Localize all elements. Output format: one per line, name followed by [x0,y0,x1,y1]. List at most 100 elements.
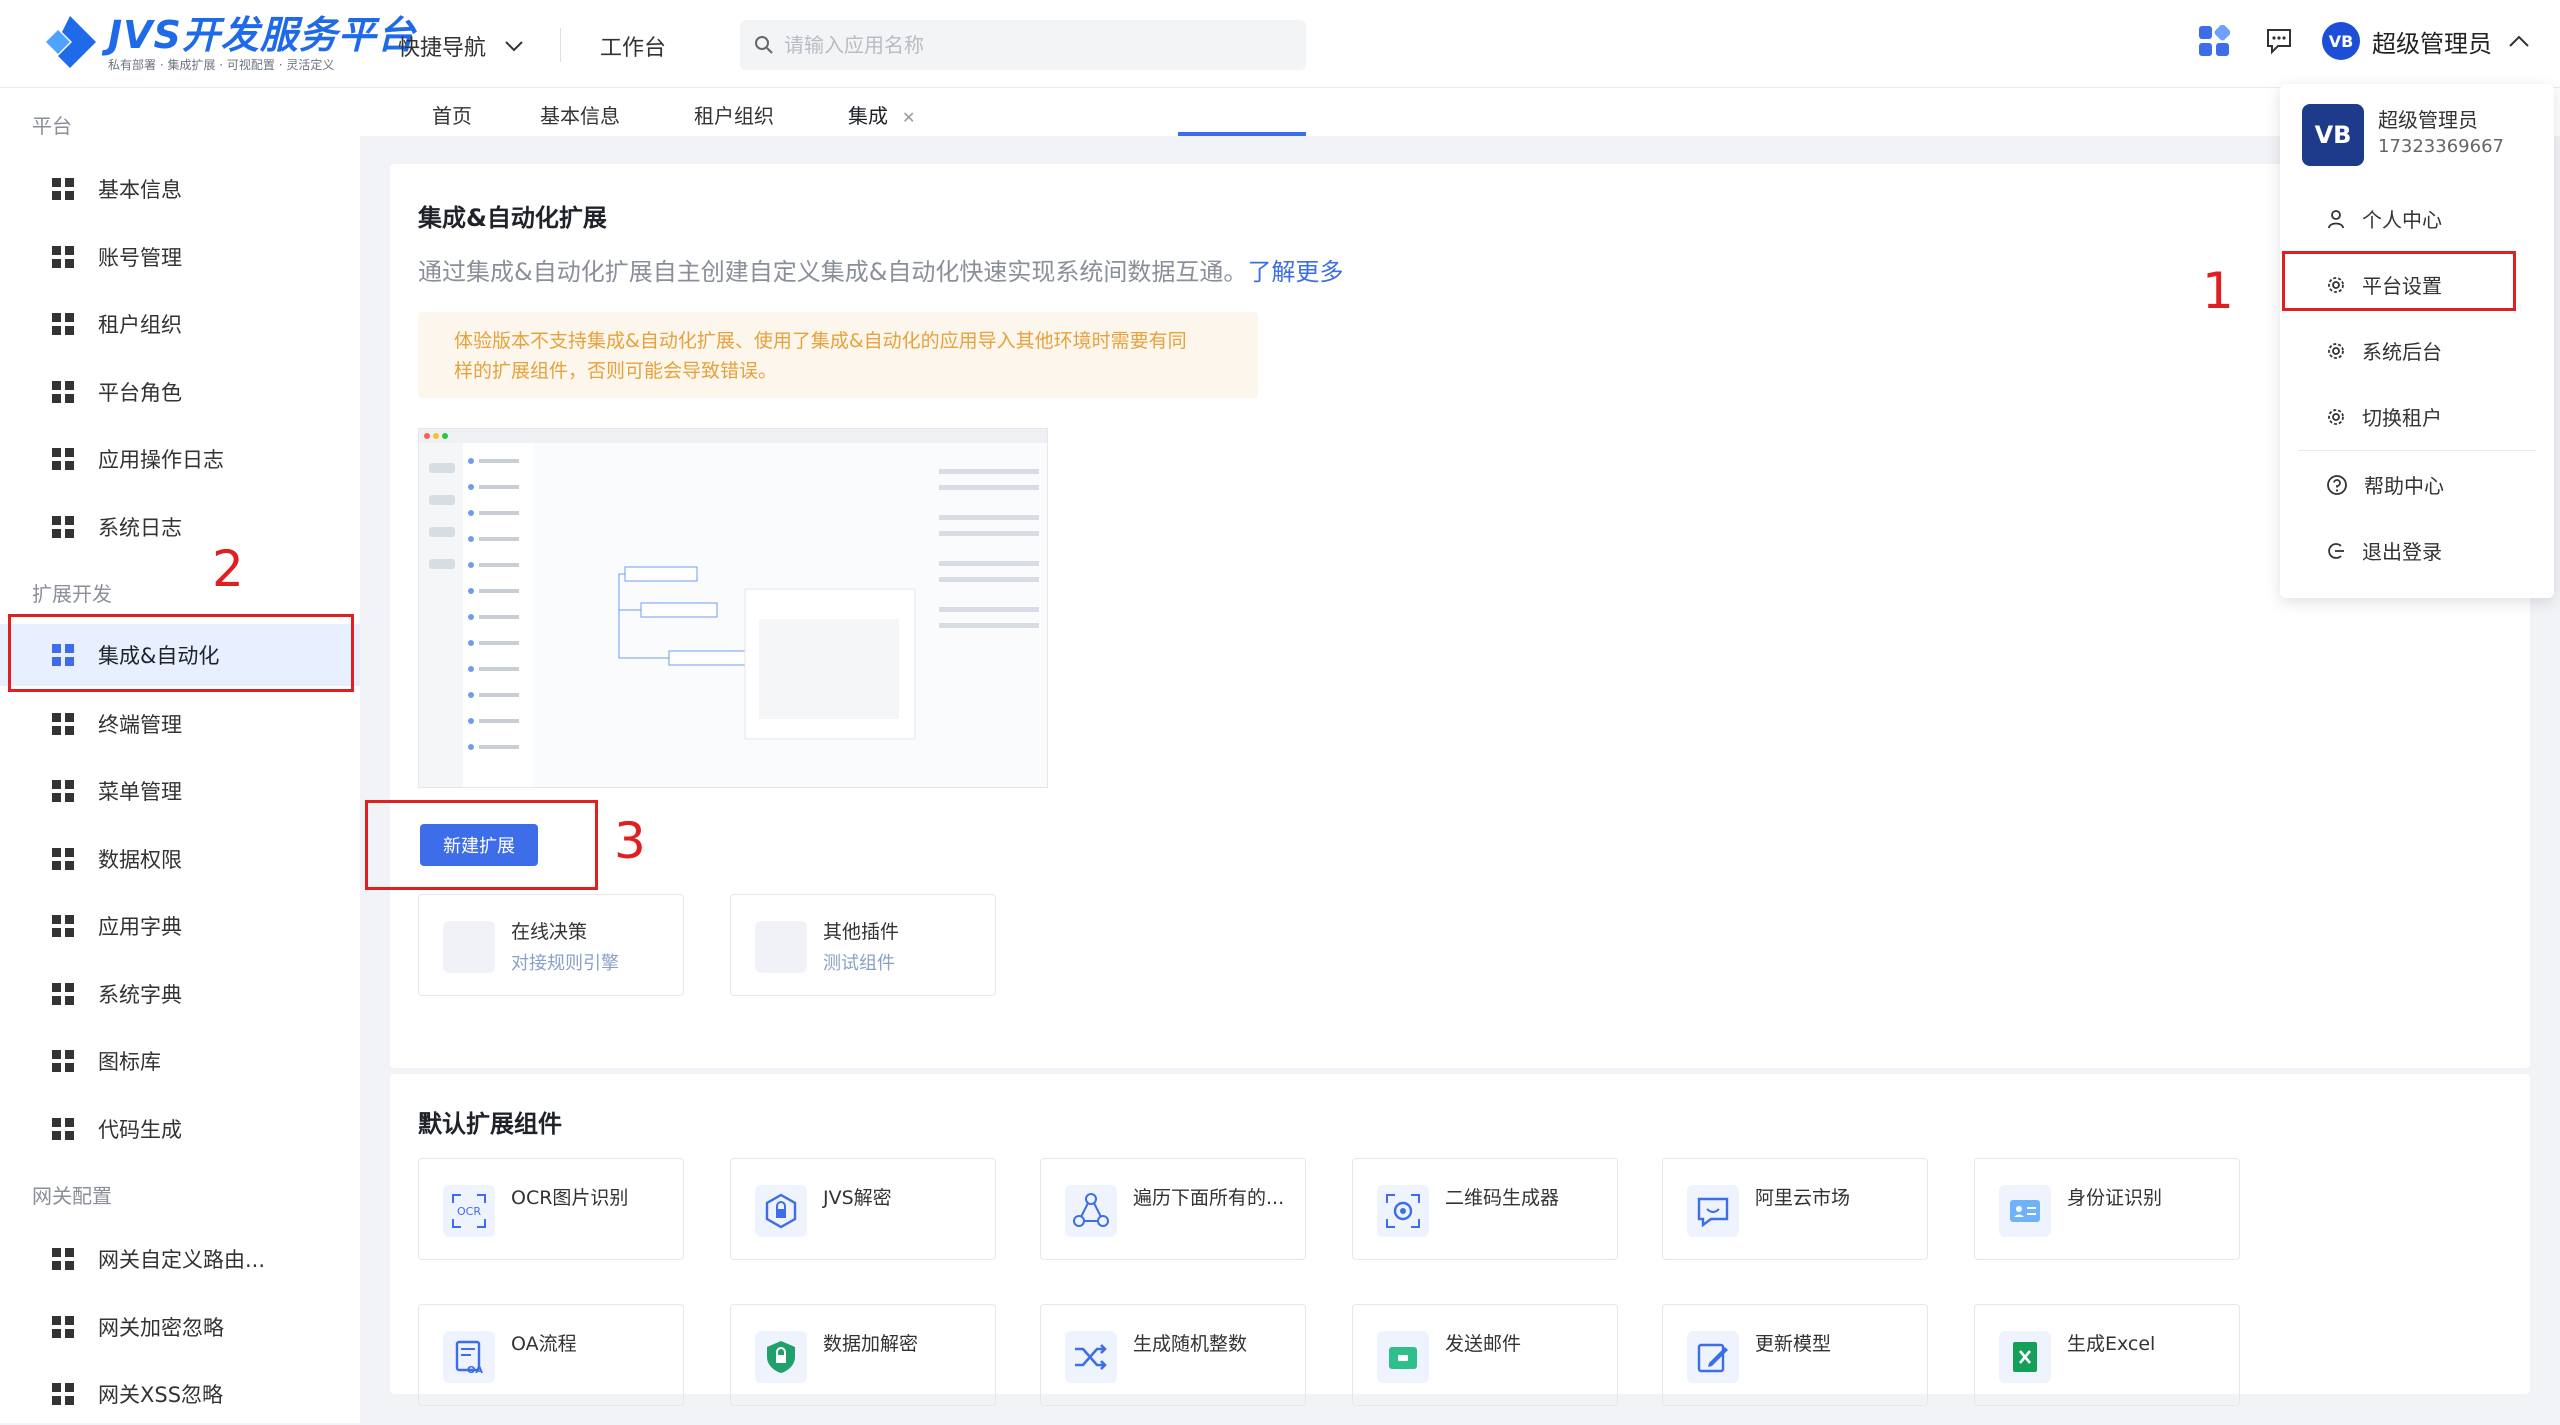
tab-tenant-org[interactable]: 租户组织 [694,100,774,129]
quick-nav-label: 快捷导航 [398,36,487,61]
grid-icon [52,1118,74,1140]
sidebar-item-label: 终端管理 [98,713,182,737]
gear-icon [2328,342,2344,359]
svg-text:OA: OA [467,1365,483,1376]
component-random-int[interactable]: 生成随机整数 [1040,1304,1306,1406]
edit-icon [1687,1331,1739,1383]
apps-icon[interactable] [2198,25,2230,57]
sidebar-item-system-logs[interactable]: 系统日志 [0,496,360,558]
help-icon [2327,474,2347,495]
dropdown-avatar: VB [2302,104,2364,166]
sidebar-item-menus[interactable]: 菜单管理 [0,760,360,822]
menu-item-profile[interactable]: 个人中心 [2326,204,2442,233]
sidebar-item-terminals[interactable]: 终端管理 [0,693,360,755]
component-qrcode[interactable]: 二维码生成器 [1352,1158,1618,1260]
plugin-card-other[interactable]: 其他插件 测试组件 [730,894,996,996]
logo-title: JVS开发服务平台 [108,13,416,57]
tab-integration[interactable]: 集成 ✕ [848,100,915,129]
close-icon[interactable]: ✕ [902,108,915,127]
message-icon[interactable] [2264,26,2294,56]
annotation-number-1: 1 [2202,262,2234,320]
description-text: 通过集成&自动化扩展自主创建自定义集成&自动化快速实现系统间数据互通。 [418,258,1248,286]
menu-item-label: 系统后台 [2362,340,2442,364]
component-idcard[interactable]: 身份证识别 [1974,1158,2240,1260]
user-dropdown-menu: VB 超级管理员 17323369667 个人中心 平台设置 系统后台 切换租户… [2280,84,2554,598]
group-label-platform: 平台 [32,114,72,138]
default-components-title: 默认扩展组件 [418,1110,562,1138]
sidebar-item-gateway-xss-ignore[interactable]: 网关XSS忽略 [0,1363,360,1425]
sidebar-item-codegen[interactable]: 代码生成 [0,1098,360,1160]
sidebar-item-platform-roles[interactable]: 平台角色 [0,361,360,423]
tab-home[interactable]: 首页 [432,100,472,129]
sidebar-item-icon-library[interactable]: 图标库 [0,1030,360,1092]
menu-item-switch-tenant[interactable]: 切换租户 [2326,402,2442,431]
component-update-model[interactable]: 更新模型 [1662,1304,1928,1406]
logo-subtitle: 私有部署 · 集成扩展 · 可视配置 · 灵活定义 [108,58,335,72]
qrcode-scan-icon [1377,1185,1429,1237]
component-send-mail[interactable]: 发送邮件 [1352,1304,1618,1406]
excel-icon [1999,1331,2051,1383]
component-title: 生成随机整数 [1133,1333,1248,1355]
component-ocr[interactable]: OCR OCR图片识别 [418,1158,684,1260]
component-title: 生成Excel [2067,1333,2156,1355]
dropdown-user-name: 超级管理员 [2378,108,2478,132]
chevron-up-icon[interactable] [2508,34,2530,48]
component-title: 阿里云市场 [1755,1187,1851,1209]
sidebar-item-app-dict[interactable]: 应用字典 [0,895,360,957]
component-traverse[interactable]: 遍历下面所有的... [1040,1158,1306,1260]
component-title: OA流程 [511,1333,577,1355]
component-title: 发送邮件 [1445,1333,1522,1355]
menu-item-system-backend[interactable]: 系统后台 [2326,336,2442,365]
sidebar: 平台 基本信息 账号管理 租户组织 平台角色 应用操作日志 系统日志 扩展开发 … [0,88,360,1423]
menu-item-label: 切换租户 [2362,406,2442,430]
sidebar-item-app-logs[interactable]: 应用操作日志 [0,428,360,490]
annotation-number-2: 2 [212,540,244,598]
menu-item-help-center[interactable]: 帮助中心 [2326,470,2444,499]
shuffle-icon [1065,1331,1117,1383]
header-divider [560,28,561,62]
sidebar-item-label: 图标库 [98,1050,161,1074]
sidebar-item-basic-info[interactable]: 基本信息 [0,158,360,220]
search-input[interactable] [784,33,1264,57]
quick-nav-dropdown[interactable]: 快捷导航 [398,30,524,62]
component-title: 更新模型 [1755,1333,1832,1355]
component-oa-flow[interactable]: OA OA流程 [418,1304,684,1406]
app-search[interactable] [740,20,1306,70]
menu-item-logout[interactable]: 退出登录 [2326,536,2442,565]
workbench-link[interactable]: 工作台 [600,30,666,62]
component-jvs-decrypt[interactable]: JVS解密 [730,1158,996,1260]
tab-basic-info[interactable]: 基本信息 [540,100,620,129]
menu-item-label: 帮助中心 [2364,474,2444,498]
sidebar-item-gateway-encrypt-ignore[interactable]: 网关加密忽略 [0,1296,360,1358]
learn-more-link[interactable]: 了解更多 [1247,258,1343,286]
sidebar-item-gateway-routes[interactable]: 网关自定义路由... [0,1228,360,1290]
logo[interactable]: JVS开发服务平台 私有部署 · 集成扩展 · 可视配置 · 灵活定义 [38,12,416,74]
tab-label: 集成 [848,104,888,128]
sidebar-item-data-permissions[interactable]: 数据权限 [0,828,360,890]
sidebar-item-label: 网关加密忽略 [98,1316,224,1340]
warning-text-line2: 样的扩展组件，否则可能会导致错误。 [454,360,778,382]
sidebar-item-system-dict[interactable]: 系统字典 [0,963,360,1025]
grid-icon [52,516,74,538]
sidebar-item-label: 应用字典 [98,915,182,939]
annotation-box-2 [8,614,354,692]
component-excel[interactable]: 生成Excel [1974,1304,2240,1406]
component-data-crypto[interactable]: 数据加解密 [730,1304,996,1406]
sidebar-item-label: 数据权限 [98,848,182,872]
plugin-card-online-decision[interactable]: 在线决策 对接规则引擎 [418,894,684,996]
sidebar-item-label: 租户组织 [98,313,182,337]
grid-icon [52,713,74,735]
sidebar-item-accounts[interactable]: 账号管理 [0,226,360,288]
group-label-extension: 扩展开发 [32,582,112,606]
grid-icon [52,983,74,1005]
component-title: JVS解密 [823,1187,892,1209]
sidebar-item-label: 网关XSS忽略 [98,1383,224,1407]
sidebar-item-label: 代码生成 [98,1118,182,1142]
component-title: 二维码生成器 [1445,1187,1560,1209]
component-title: 遍历下面所有的... [1133,1187,1285,1209]
sidebar-item-tenant-org[interactable]: 租户组织 [0,293,360,355]
component-aliyun-market[interactable]: 阿里云市场 [1662,1158,1928,1260]
component-title: OCR图片识别 [511,1187,629,1209]
user-name[interactable]: 超级管理员 [2372,24,2492,59]
user-avatar[interactable]: VB [2322,22,2360,60]
